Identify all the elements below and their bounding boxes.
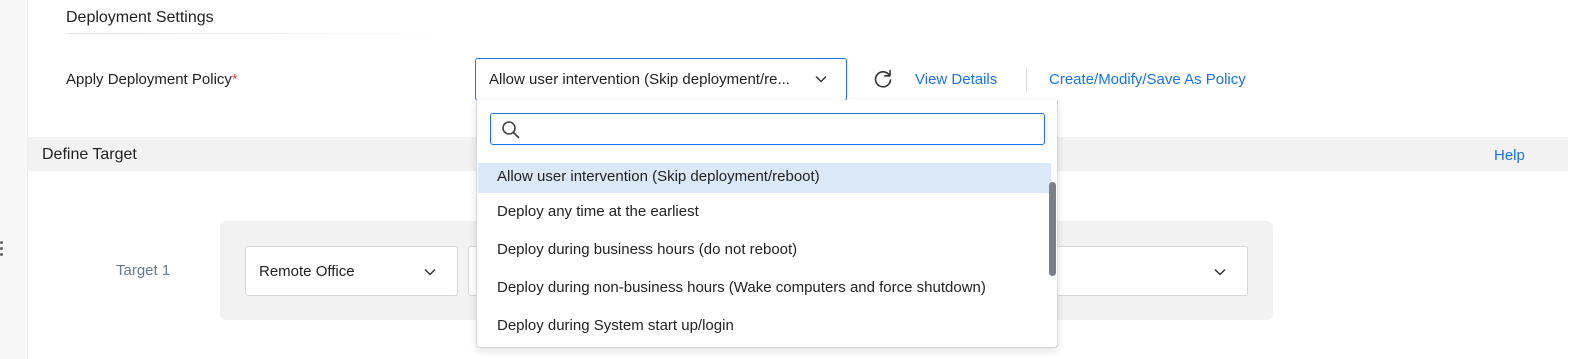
- section-divider: [66, 33, 466, 34]
- target-value-select[interactable]: [1040, 246, 1248, 296]
- left-edge-panel: [0, 0, 28, 359]
- dropdown-option[interactable]: Allow user intervention (Skip deployment…: [478, 163, 1051, 193]
- target-label: Target 1: [116, 262, 171, 279]
- define-target-title: Define Target: [42, 146, 137, 163]
- dropdown-option[interactable]: Deploy during business hours (do not reb…: [478, 237, 1051, 275]
- dropdown-option[interactable]: Deploy during System start up/login: [478, 313, 1051, 347]
- dropdown-search-box[interactable]: [490, 113, 1045, 145]
- view-details-link[interactable]: View Details: [915, 71, 997, 88]
- chevron-down-icon: [815, 75, 827, 83]
- drag-handle-icon[interactable]: [0, 233, 6, 263]
- policy-select[interactable]: Allow user intervention (Skip deployment…: [475, 58, 847, 101]
- dropdown-options-list: Allow user intervention (Skip deployment…: [478, 163, 1051, 347]
- dropdown-scrollbar[interactable]: [1049, 182, 1056, 276]
- search-icon: [502, 121, 520, 139]
- target-type-select[interactable]: Remote Office: [245, 246, 458, 296]
- link-divider: [1026, 68, 1027, 92]
- policy-dropdown-menu: Allow user intervention (Skip deployment…: [476, 100, 1058, 348]
- apply-policy-label: Apply Deployment Policy*: [66, 71, 238, 88]
- help-link[interactable]: Help: [1494, 147, 1525, 164]
- deployment-settings-title: Deployment Settings: [66, 9, 214, 26]
- dropdown-search-input[interactable]: [527, 117, 1037, 141]
- chevron-down-icon: [1214, 268, 1226, 276]
- required-mark: *: [231, 71, 238, 88]
- refresh-icon[interactable]: [872, 68, 894, 90]
- dropdown-option[interactable]: Deploy during non-business hours (Wake c…: [478, 275, 1051, 313]
- policy-select-value: Allow user intervention (Skip deployment…: [489, 71, 790, 88]
- dropdown-option[interactable]: Deploy any time at the earliest: [478, 199, 1051, 237]
- apply-policy-label-text: Apply Deployment Policy: [66, 71, 232, 88]
- target-type-value: Remote Office: [259, 262, 355, 280]
- create-modify-policy-link[interactable]: Create/Modify/Save As Policy: [1049, 71, 1246, 88]
- chevron-down-icon: [424, 268, 436, 276]
